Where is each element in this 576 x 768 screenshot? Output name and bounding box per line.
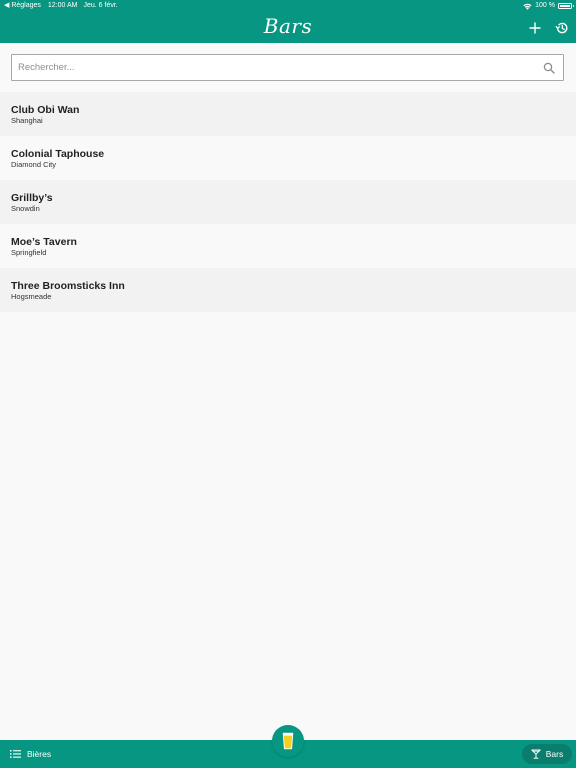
bar-city: Snowdin	[11, 204, 40, 213]
cocktail-glass-icon	[531, 749, 541, 759]
beer-glass-icon	[282, 732, 294, 750]
tab-beers-label: Bières	[27, 749, 52, 759]
bar-city: Shanghai	[11, 116, 43, 125]
bar-list: Club Obi Wan Shanghai Colonial Taphouse …	[0, 92, 576, 312]
status-date: Jeu. 6 févr.	[83, 2, 118, 9]
plus-icon	[529, 22, 541, 34]
bar-name: Moe’s Tavern	[11, 236, 77, 248]
list-item[interactable]: Colonial Taphouse Diamond City	[0, 136, 576, 180]
bar-city: Hogsmeade	[11, 292, 52, 301]
history-button[interactable]	[551, 17, 573, 39]
search-input[interactable]	[12, 55, 563, 80]
bar-city: Springfield	[11, 248, 47, 257]
bar-name: Colonial Taphouse	[11, 148, 105, 160]
bar-name: Club Obi Wan	[11, 104, 80, 116]
search-box	[11, 54, 564, 81]
add-bar-button[interactable]	[524, 17, 546, 39]
list-item[interactable]: Three Broomsticks Inn Hogsmeade	[0, 268, 576, 312]
search-icon[interactable]	[543, 62, 555, 74]
battery-percent: 100 %	[535, 2, 555, 9]
list-icon	[10, 750, 21, 758]
list-item[interactable]: Grillby’s Snowdin	[0, 180, 576, 224]
tab-bars[interactable]: Bars	[522, 744, 572, 764]
wifi-icon	[523, 3, 532, 10]
tab-bars-label: Bars	[545, 749, 564, 759]
bar-name: Three Broomsticks Inn	[11, 280, 125, 292]
bar-city: Diamond City	[11, 160, 57, 169]
list-item[interactable]: Moe’s Tavern Springfield	[0, 224, 576, 268]
battery-icon	[558, 3, 574, 9]
page-title: Bars	[263, 14, 313, 38]
back-to-app-link[interactable]: ◀ Réglages	[4, 0, 41, 12]
navigation-bar: Bars	[0, 12, 576, 43]
tab-beers[interactable]: Bières	[10, 740, 51, 768]
bar-name: Grillby’s	[11, 192, 53, 204]
history-icon	[555, 22, 568, 34]
list-item[interactable]: Club Obi Wan Shanghai	[0, 92, 576, 136]
beer-fab-button[interactable]	[272, 725, 304, 757]
status-bar: ◀ Réglages 12:00 AM Jeu. 6 févr. 100 %	[0, 0, 576, 12]
status-time: 12:00 AM	[47, 2, 78, 9]
search-area	[0, 43, 576, 92]
